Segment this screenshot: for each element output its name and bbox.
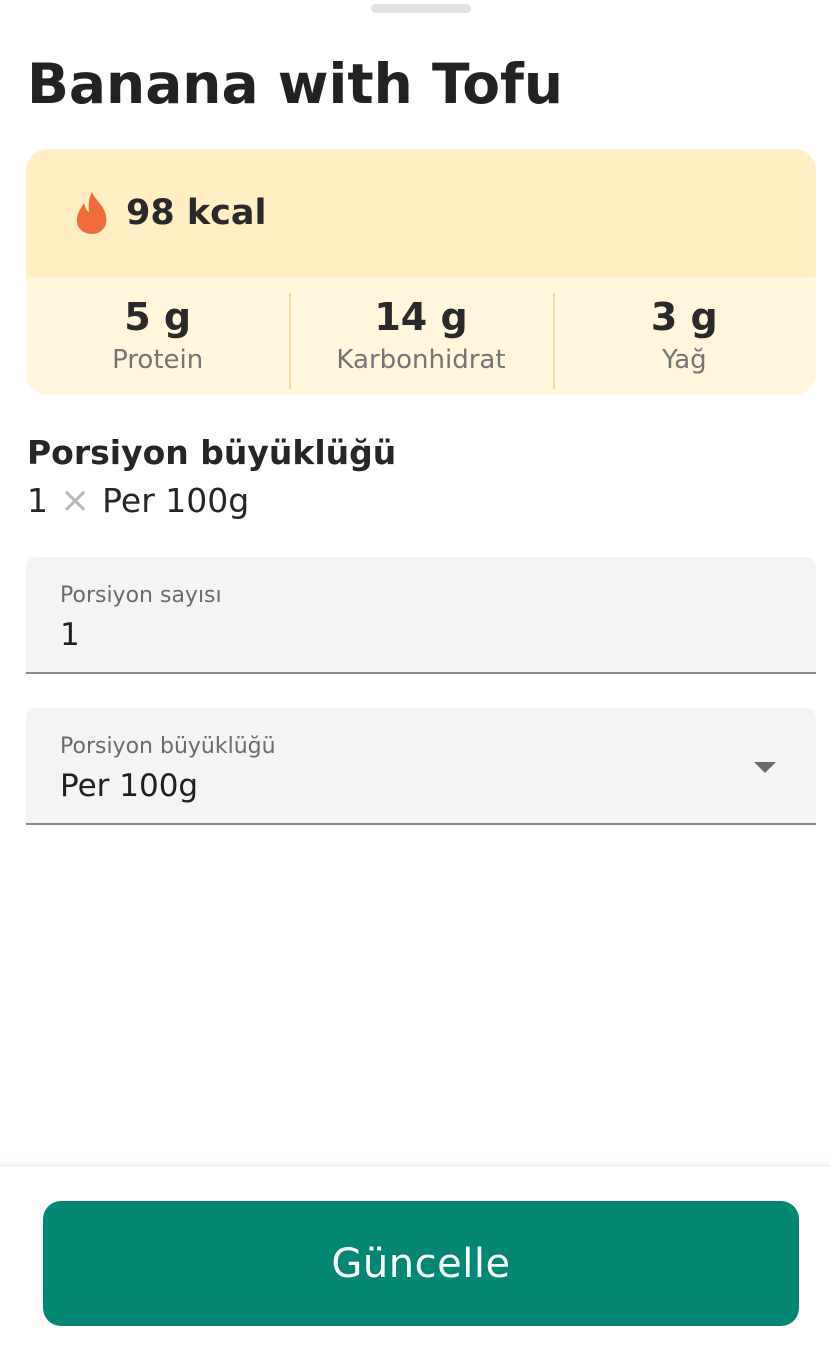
macro-value: 3 g (650, 295, 718, 339)
update-button[interactable]: Güncelle (43, 1201, 799, 1326)
serving-summary-count: 1 (27, 481, 48, 520)
bottom-sheet: Banana with Tofu 98 kcal 5 g Protein 14 … (0, 0, 830, 1352)
macro-value: 5 g (124, 295, 192, 339)
serving-size-label: Porsiyon büyüklüğü (60, 734, 276, 759)
macro-fat: 3 g Yağ (552, 277, 816, 395)
macro-value: 14 g (374, 295, 468, 339)
flame-icon (76, 192, 107, 234)
servings-count-field[interactable]: Porsiyon sayısı (26, 557, 816, 674)
servings-count-label: Porsiyon sayısı (60, 583, 222, 608)
macro-carbs: 14 g Karbonhidrat (289, 277, 552, 395)
macro-label: Protein (112, 345, 204, 375)
macro-label: Karbonhidrat (336, 345, 506, 375)
drag-handle[interactable] (371, 4, 471, 13)
serving-size-dropdown[interactable]: Porsiyon büyüklüğü Per 100g (26, 708, 816, 825)
times-icon: × (60, 479, 91, 521)
calories-row: 98 kcal (26, 149, 816, 277)
calories-value: 98 kcal (126, 193, 267, 233)
food-title: Banana with Tofu (27, 52, 564, 116)
serving-summary: 1 × Per 100g (27, 481, 249, 520)
bottom-action-bar: Güncelle (0, 1165, 830, 1352)
macro-label: Yağ (661, 345, 707, 375)
macros-row: 5 g Protein 14 g Karbonhidrat 3 g Yağ (26, 277, 816, 395)
serving-size-heading: Porsiyon büyüklüğü (27, 433, 397, 472)
nutrition-card: 98 kcal 5 g Protein 14 g Karbonhidrat 3 … (26, 149, 816, 395)
serving-size-selected[interactable]: Per 100g (60, 768, 700, 804)
servings-count-input[interactable] (60, 617, 700, 653)
macro-protein: 5 g Protein (26, 277, 289, 395)
serving-summary-unit: Per 100g (102, 481, 250, 520)
caret-down-icon[interactable] (754, 762, 776, 773)
